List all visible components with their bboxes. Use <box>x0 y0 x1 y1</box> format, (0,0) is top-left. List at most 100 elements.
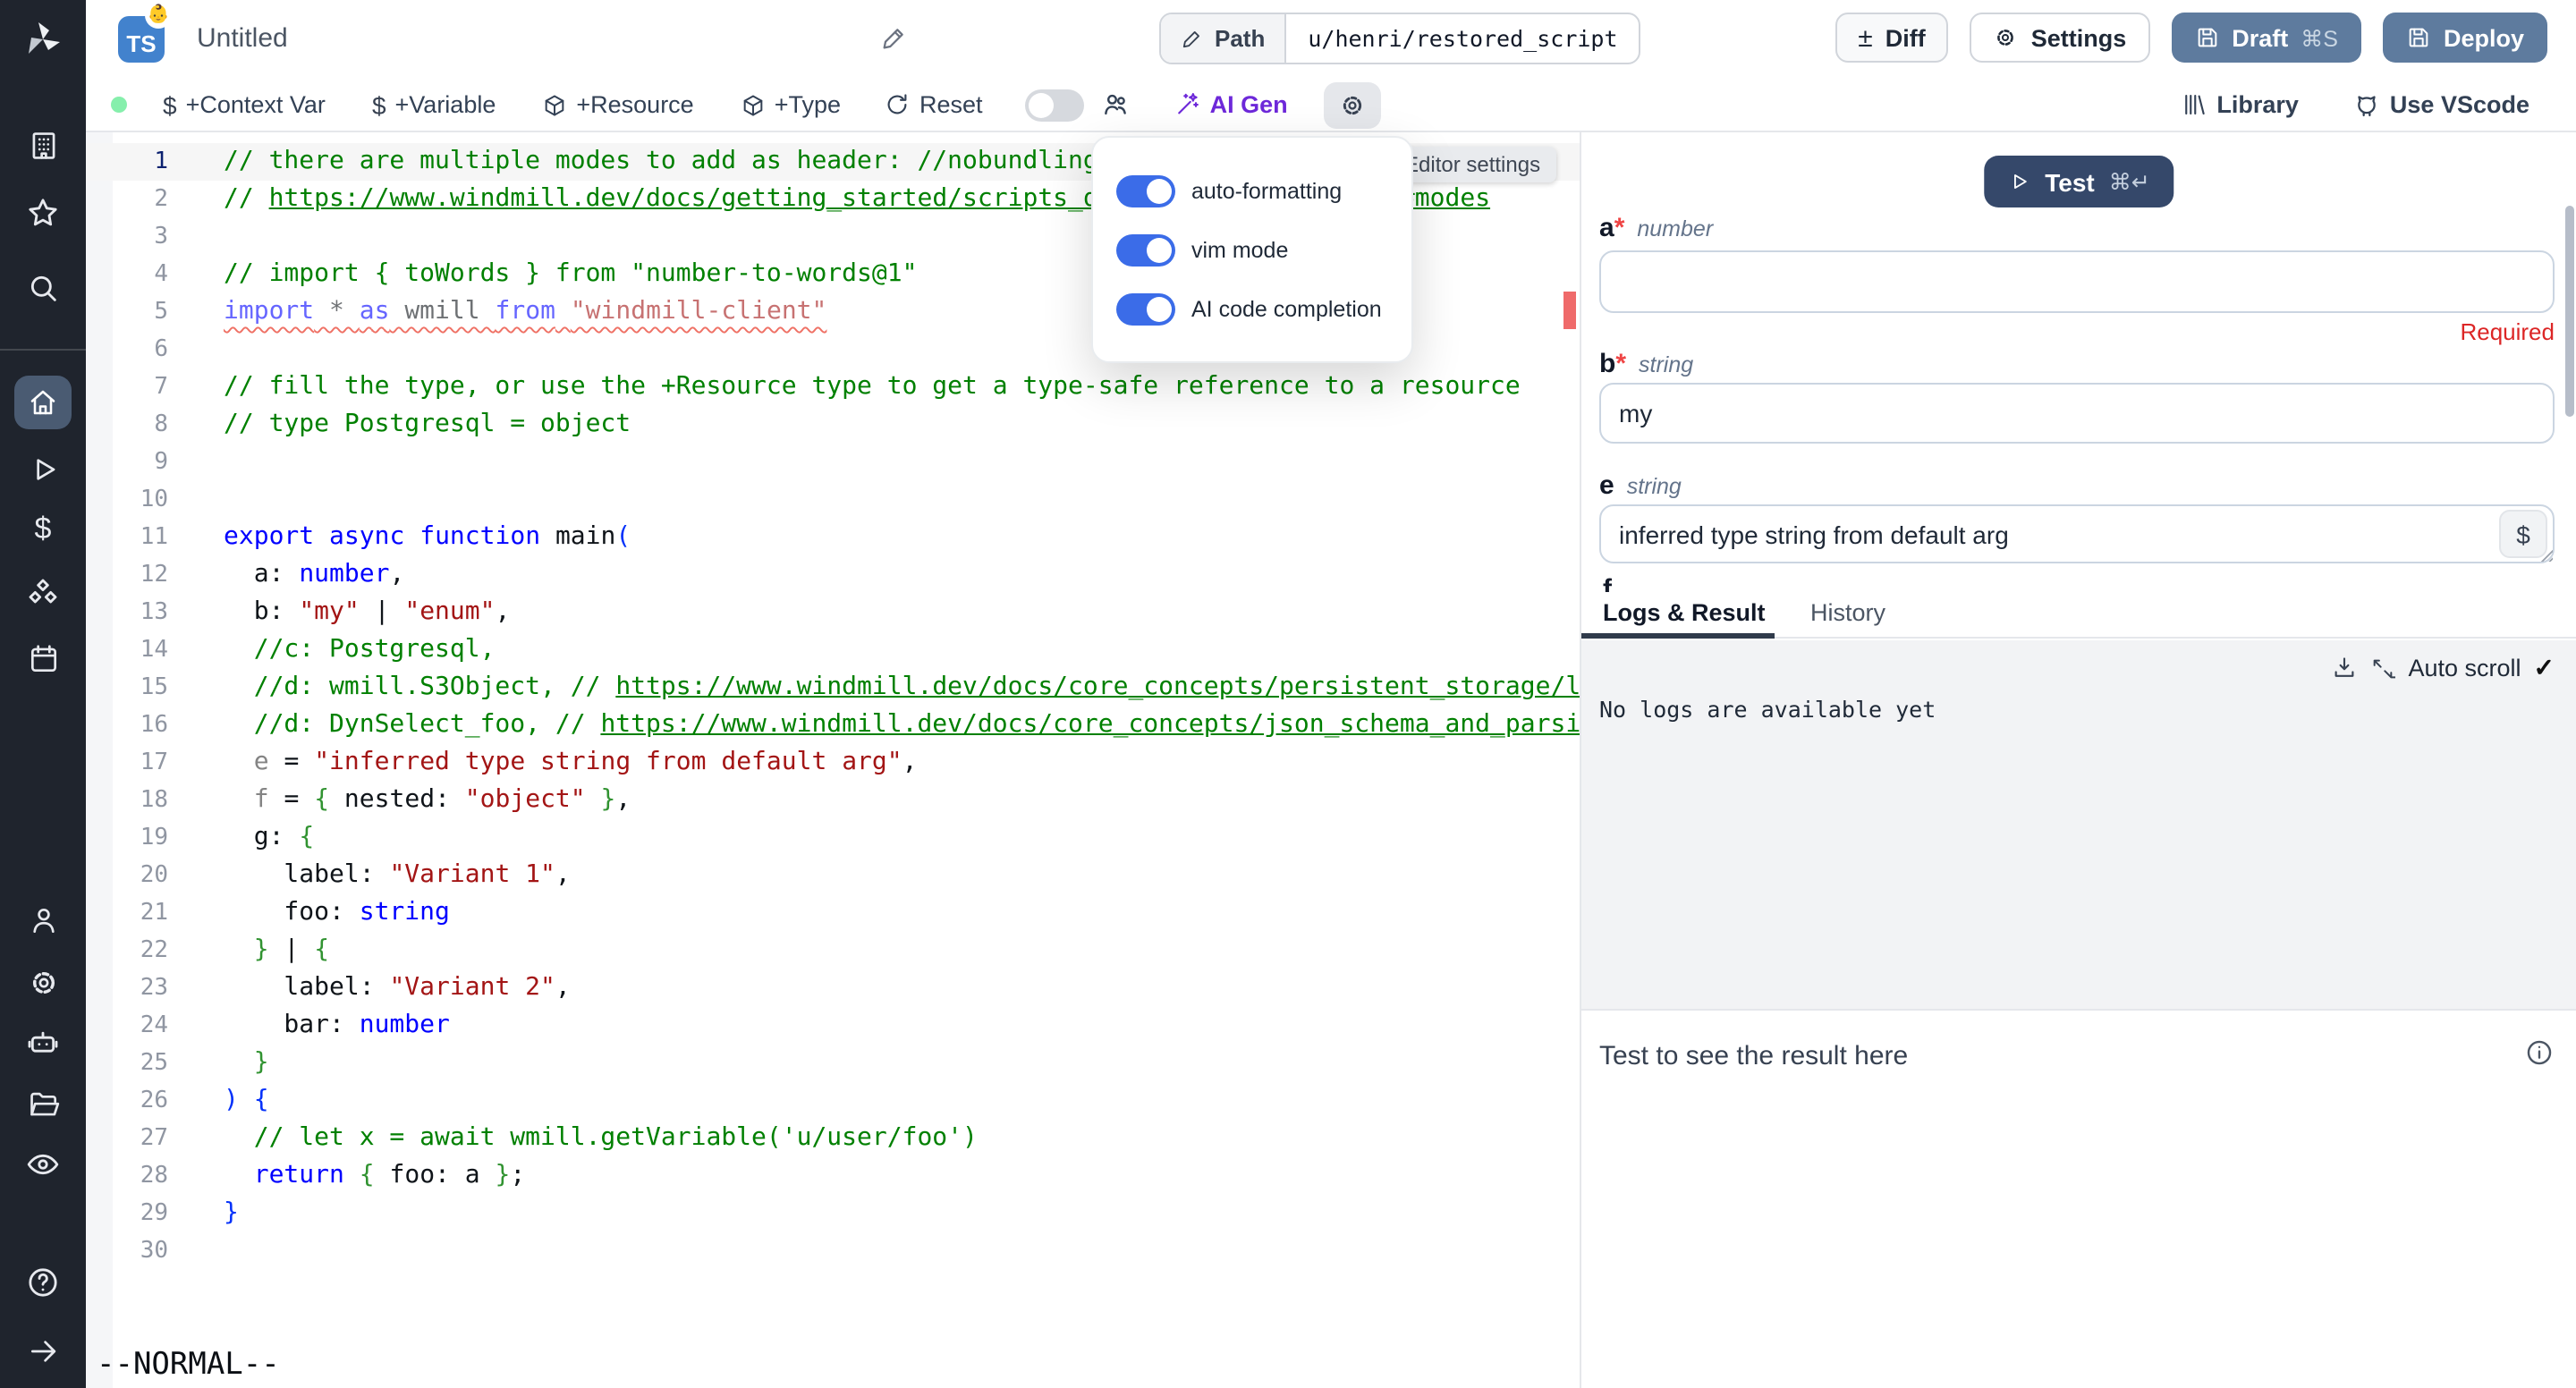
code-line-12[interactable]: 12 a: number, <box>86 556 1580 594</box>
sidebar-item-audit-eye-icon[interactable] <box>21 1143 64 1186</box>
deploy-button[interactable]: Deploy <box>2383 13 2547 63</box>
vim-mode-toggle[interactable] <box>1116 233 1175 266</box>
line-number: 9 <box>86 444 168 481</box>
code-line-10[interactable]: 10 <box>86 481 1580 519</box>
favorites-star-icon[interactable] <box>21 191 64 234</box>
ai-code-completion-row[interactable]: AI code completion <box>1116 279 1388 338</box>
line-content: // let x = await wmill.getVariable('u/us… <box>224 1120 978 1157</box>
code-line-17[interactable]: 17 e = "inferred type string from defaul… <box>86 744 1580 782</box>
sidebar-item-schedules-calendar-icon[interactable] <box>21 637 64 680</box>
line-content: export async function main( <box>224 519 631 556</box>
play-icon <box>2007 170 2030 193</box>
tab-logs-result[interactable]: Logs & Result <box>1603 599 1766 626</box>
line-number: 13 <box>86 594 168 631</box>
line-number: 10 <box>86 481 168 519</box>
code-line-7[interactable]: 7// fill the type, or use the +Resource … <box>86 368 1580 406</box>
code-line-26[interactable]: 26) { <box>86 1082 1580 1120</box>
sidebar-item-home[interactable] <box>14 376 72 429</box>
expand-sidebar-arrow-icon[interactable] <box>21 1329 64 1372</box>
multiplayer-toggle[interactable] <box>1026 89 1085 121</box>
line-content: } <box>224 1195 239 1232</box>
field-f-label-clipped: f <box>1603 574 1612 592</box>
sidebar-item-resources-cubes-icon[interactable] <box>21 572 64 615</box>
reset-button[interactable]: Reset <box>884 91 983 118</box>
sidebar-item-settings-gear-icon[interactable] <box>21 961 64 1003</box>
library-button[interactable]: Library <box>2181 91 2299 118</box>
use-vscode-button[interactable]: Use VScode <box>2352 90 2529 119</box>
sidebar-item-variables-dollar-icon[interactable]: $ <box>21 508 64 551</box>
code-line-18[interactable]: 18 f = { nested: "object" }, <box>86 782 1580 819</box>
code-line-16[interactable]: 16 //d: DynSelect_foo, // https://www.wi… <box>86 707 1580 744</box>
add-resource-button[interactable]: +Resource <box>542 91 693 118</box>
line-number: 16 <box>86 707 168 744</box>
left-sidebar: $ <box>0 0 86 1388</box>
sidebar-item-ai-robot-icon[interactable] <box>21 1021 64 1064</box>
code-line-11[interactable]: 11export async function main( <box>86 519 1580 556</box>
form-scrollbar-thumb[interactable] <box>2565 206 2574 417</box>
expand-logs-icon[interactable] <box>2370 656 2395 681</box>
line-content: foo: string <box>224 894 450 932</box>
code-line-24[interactable]: 24 bar: number <box>86 1007 1580 1045</box>
vim-mode-row[interactable]: vim mode <box>1116 220 1388 279</box>
ai-gen-button[interactable]: AI Gen <box>1174 91 1288 118</box>
path-label-chip[interactable]: Path <box>1161 14 1286 63</box>
draft-button[interactable]: Draft ⌘S <box>2171 13 2361 63</box>
editor-settings-button[interactable] <box>1324 81 1381 128</box>
code-line-9[interactable]: 9 <box>86 444 1580 481</box>
code-line-29[interactable]: 29} <box>86 1195 1580 1232</box>
ai-code-completion-toggle[interactable] <box>1116 292 1175 325</box>
line-content: return { foo: a }; <box>224 1157 525 1195</box>
add-context-var-button[interactable]: $ +Context Var <box>163 90 326 119</box>
autoscroll-checkbox-checked[interactable]: ✓ <box>2534 653 2555 683</box>
path-input[interactable]: u/henri/restored_script <box>1286 14 1639 63</box>
auto-formatting-toggle[interactable] <box>1116 174 1175 207</box>
field-b-input[interactable] <box>1599 383 2555 444</box>
info-icon[interactable] <box>2524 1037 2555 1068</box>
settings-button[interactable]: Settings <box>1970 13 2150 63</box>
code-line-14[interactable]: 14 //c: Postgresql, <box>86 631 1580 669</box>
code-line-8[interactable]: 8// type Postgresql = object <box>86 406 1580 444</box>
search-icon[interactable] <box>21 267 64 309</box>
line-number: 20 <box>86 857 168 894</box>
code-line-30[interactable]: 30 <box>86 1232 1580 1270</box>
code-line-27[interactable]: 27 // let x = await wmill.getVariable('u… <box>86 1120 1580 1157</box>
line-content: b: "my" | "enum", <box>224 594 510 631</box>
code-line-28[interactable]: 28 return { foo: a }; <box>86 1157 1580 1195</box>
line-number: 22 <box>86 932 168 969</box>
logs-area: Auto scroll ✓ No logs are available yet <box>1581 640 2576 1009</box>
line-number: 15 <box>86 669 168 707</box>
diff-button[interactable]: ± Diff <box>1835 13 1948 63</box>
add-type-button[interactable]: +Type <box>741 91 841 118</box>
code-line-23[interactable]: 23 label: "Variant 2", <box>86 969 1580 1007</box>
code-line-21[interactable]: 21 foo: string <box>86 894 1580 932</box>
test-shortcut: ⌘↵ <box>2109 168 2150 195</box>
code-line-22[interactable]: 22 } | { <box>86 932 1580 969</box>
path-label: Path <box>1215 25 1265 52</box>
line-number: 5 <box>86 293 168 331</box>
code-line-19[interactable]: 19 g: { <box>86 819 1580 857</box>
tab-history[interactable]: History <box>1810 599 1885 626</box>
sidebar-item-folders-icon[interactable] <box>21 1082 64 1125</box>
field-a-input[interactable] <box>1599 250 2555 313</box>
help-icon[interactable] <box>21 1261 64 1304</box>
windmill-logo-icon[interactable] <box>21 18 64 61</box>
package-icon <box>542 92 567 117</box>
add-variable-button[interactable]: $ +Variable <box>372 90 496 119</box>
workspace-building-icon[interactable] <box>21 123 64 166</box>
sidebar-item-runs-play-icon[interactable] <box>21 447 64 490</box>
code-line-13[interactable]: 13 b: "my" | "enum", <box>86 594 1580 631</box>
code-line-20[interactable]: 20 label: "Variant 1", <box>86 857 1580 894</box>
auto-formatting-row[interactable]: auto-formatting <box>1116 161 1388 220</box>
download-logs-icon[interactable] <box>2331 655 2358 681</box>
sidebar-item-workers-user-icon[interactable] <box>21 898 64 941</box>
sidebar-divider <box>0 349 86 351</box>
field-e-input[interactable] <box>1599 504 2555 563</box>
field-e-variable-dollar-button[interactable]: $ <box>2499 510 2547 558</box>
test-button[interactable]: Test ⌘↵ <box>1984 156 2173 207</box>
line-number: 23 <box>86 969 168 1007</box>
code-line-15[interactable]: 15 //d: wmill.S3Object, // https://www.w… <box>86 669 1580 707</box>
code-line-25[interactable]: 25 } <box>86 1045 1580 1082</box>
gear-icon <box>1338 90 1367 119</box>
line-number: 27 <box>86 1120 168 1157</box>
edit-title-pencil-icon[interactable] <box>880 23 909 52</box>
